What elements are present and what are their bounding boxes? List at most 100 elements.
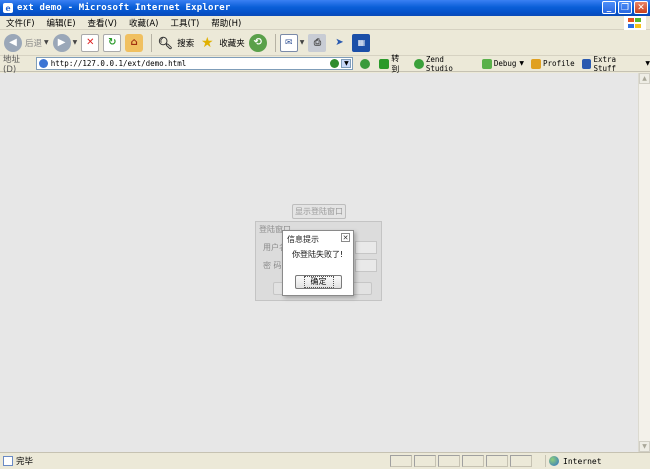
page-content: 显示登陆窗口 登陆窗口 用户名 密 码 信息提示 ✕ 你登陆失败了! 确定 xyxy=(0,73,638,452)
security-icon xyxy=(330,59,340,68)
dialog-message: 你登陆失败了! xyxy=(292,250,344,259)
print-icon: ⎙ xyxy=(308,33,327,52)
address-field[interactable]: ▼ xyxy=(35,57,354,70)
status-pane xyxy=(414,455,436,467)
status-pane xyxy=(510,455,532,467)
maximize-button[interactable]: ❐ xyxy=(618,1,632,14)
address-input[interactable] xyxy=(50,59,321,68)
close-icon[interactable]: ✕ xyxy=(341,233,350,242)
star-icon: ★ xyxy=(201,34,214,51)
toolbar-divider xyxy=(151,33,153,52)
shield-icon xyxy=(360,58,371,69)
messenger-icon: ▦ xyxy=(352,33,371,52)
status-panes xyxy=(390,455,532,467)
extra-stuff-icon xyxy=(581,58,592,69)
address-label: 地址(D) xyxy=(3,54,21,75)
minimize-button[interactable]: _ xyxy=(602,1,616,14)
address-dropdown-button[interactable]: ▼ xyxy=(341,59,352,68)
scroll-up-button[interactable]: ▲ xyxy=(639,73,650,84)
history-icon: ⟲ xyxy=(248,33,267,52)
go-arrow-icon xyxy=(379,58,390,69)
mail-icon: ✉ xyxy=(279,33,298,52)
username-input[interactable] xyxy=(355,241,377,254)
zend-studio-label: Zend Studio xyxy=(425,54,453,73)
chevron-down-icon: ▼ xyxy=(72,39,78,46)
page-done-icon xyxy=(3,456,13,466)
scroll-down-button[interactable]: ▼ xyxy=(639,441,650,452)
zone-label: Internet xyxy=(563,456,602,466)
status-bar: 完毕 Internet xyxy=(0,452,650,469)
dialog-title: 信息提示 xyxy=(287,235,319,244)
stop-icon: ✕ xyxy=(81,33,100,52)
home-button[interactable]: ⌂ xyxy=(125,32,144,54)
message-dialog: 信息提示 ✕ 你登陆失败了! 确定 xyxy=(282,230,354,296)
zend-icon xyxy=(414,58,424,69)
status-pane xyxy=(390,455,412,467)
chevron-down-icon: ▼ xyxy=(44,39,49,46)
page-icon xyxy=(38,59,48,68)
extra-stuff-label: Extra Stuff xyxy=(593,54,617,73)
ie-icon: e xyxy=(3,3,13,13)
back-arrow-icon: ◀ xyxy=(4,33,22,52)
close-window-button[interactable]: ✕ xyxy=(634,1,648,14)
debug-button[interactable]: Debug ▼ xyxy=(481,58,525,69)
profile-label: Profile xyxy=(543,59,575,68)
status-pane xyxy=(486,455,508,467)
status-pane xyxy=(438,455,460,467)
globe-icon xyxy=(549,456,559,466)
window-controls: _ ❐ ✕ xyxy=(602,1,648,14)
edit-button[interactable]: ➤ xyxy=(330,32,348,54)
stop-button[interactable]: ✕ xyxy=(81,32,100,54)
title-bar: e ext demo - Microsoft Internet Explorer… xyxy=(0,0,650,16)
favorites-button[interactable]: ★ 收藏夹 xyxy=(198,32,245,54)
menu-favorites[interactable]: 收藏(A) xyxy=(129,17,158,29)
toolbar: ◀ 后退 ▼ ▶ ▼ ✕ ↻ ⌂ 🔍︎ 搜索 ★ 收藏夹 ⟲ ✉ ▼ ⎙ ➤ ▦ xyxy=(0,30,650,56)
forward-arrow-icon: ▶ xyxy=(52,33,71,52)
search-button[interactable]: 🔍︎ 搜索 xyxy=(156,32,195,54)
security-zone: Internet xyxy=(545,455,645,467)
status-pane xyxy=(462,455,484,467)
menu-edit[interactable]: 编辑(E) xyxy=(47,17,76,29)
ok-label: 确定 xyxy=(303,276,334,288)
favorites-label: 收藏夹 xyxy=(219,38,245,49)
refresh-icon: ↻ xyxy=(103,33,122,52)
search-label: 搜索 xyxy=(177,38,195,49)
refresh-button[interactable]: ↻ xyxy=(103,32,122,54)
print-button[interactable]: ⎙ xyxy=(308,32,327,54)
menu-view[interactable]: 查看(V) xyxy=(88,17,117,29)
windows-logo-icon xyxy=(624,16,646,30)
messenger-button[interactable]: ▦ xyxy=(352,32,371,54)
window-title: ext demo - Microsoft Internet Explorer xyxy=(17,3,231,13)
show-login-button[interactable]: 显示登陆窗口 xyxy=(292,204,346,219)
profile-icon xyxy=(531,58,542,69)
profile-button[interactable]: Profile xyxy=(531,58,575,69)
menu-tools[interactable]: 工具(T) xyxy=(170,17,199,29)
zend-studio-button[interactable]: Zend Studio xyxy=(414,55,475,73)
mail-button[interactable]: ✉ ▼ xyxy=(279,32,305,54)
history-button[interactable]: ⟲ xyxy=(248,32,267,54)
menu-bar: 文件(F) 编辑(E) 查看(V) 收藏(A) 工具(T) 帮助(H) xyxy=(0,16,650,30)
address-bar: 地址(D) ▼ 转到 Zend Studio Debug ▼ Profile E… xyxy=(0,53,650,75)
shield-addon[interactable] xyxy=(360,58,372,69)
password-label: 密 码 xyxy=(263,261,282,270)
go-label: 转到 xyxy=(391,53,400,74)
chevron-down-icon: ▼ xyxy=(645,60,650,67)
vertical-scrollbar[interactable]: ▲ ▼ xyxy=(638,73,650,452)
chevron-down-icon: ▼ xyxy=(299,39,305,46)
toolbar-divider xyxy=(274,33,276,52)
chevron-down-icon: ▼ xyxy=(519,60,525,67)
extra-stuff-button[interactable]: Extra Stuff ▼ xyxy=(581,54,650,73)
home-icon: ⌂ xyxy=(125,33,144,52)
password-input[interactable] xyxy=(355,259,377,272)
menu-help[interactable]: 帮助(H) xyxy=(211,17,241,29)
debug-label: Debug xyxy=(493,59,517,68)
back-label: 后退 xyxy=(25,38,43,49)
go-button[interactable]: 转到 xyxy=(379,53,407,75)
forward-button[interactable]: ▶ ▼ xyxy=(52,32,78,54)
cursor-icon: ➤ xyxy=(335,37,344,48)
ok-button[interactable]: 确定 xyxy=(295,275,342,289)
menu-file[interactable]: 文件(F) xyxy=(6,17,35,29)
back-button[interactable]: ◀ 后退 ▼ xyxy=(4,32,49,54)
bug-icon xyxy=(481,58,492,69)
search-icon: 🔍︎ xyxy=(157,35,173,50)
